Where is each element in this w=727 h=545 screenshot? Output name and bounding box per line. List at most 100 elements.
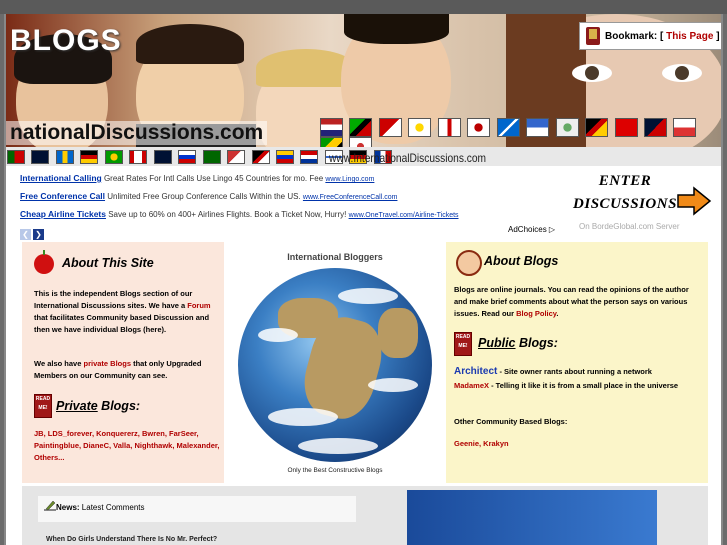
flag-icon <box>349 118 373 137</box>
apple-icon <box>34 250 54 274</box>
ad-text: Save up to 60% on 400+ Airlines Flights.… <box>108 210 347 219</box>
bookmark-label: Bookmark: <box>605 30 658 42</box>
about-site-text: that facilitates Community based Discuss… <box>34 313 210 334</box>
pencil-icon <box>44 500 56 511</box>
public-heading-word: Public <box>478 336 516 350</box>
blogs-heading-word: Blogs: <box>515 336 558 350</box>
banner-hair-2 <box>136 24 244 64</box>
globe-cloud <box>298 438 378 454</box>
about-blogs-body: Blogs are online journals. You can read … <box>454 285 689 318</box>
ad-prev-button[interactable]: ❮ <box>20 229 31 240</box>
ad-title-link[interactable]: Free Conference Call <box>20 191 105 201</box>
flag-icon <box>202 150 221 164</box>
banner-hair-4 <box>344 14 449 44</box>
private-blogs-list[interactable]: JB, LDS_forever, Konquererz, Bwren, FarS… <box>34 428 220 464</box>
site-name: nationalDiscussions.com <box>6 121 268 145</box>
flag-icon <box>55 150 74 164</box>
banner-hair-5 <box>506 14 586 164</box>
madamex-blog-link[interactable]: MadameX <box>454 381 489 390</box>
about-site-paragraph-2: We also have private Blogs that only Upg… <box>34 358 220 382</box>
bottom-ad-banner[interactable] <box>407 490 657 545</box>
flag-icon <box>251 150 270 164</box>
ad-url-link[interactable]: www.Lingo.com <box>325 176 374 183</box>
ad-title-link[interactable]: International Calling <box>20 173 102 183</box>
woman-avatar-icon <box>456 250 482 276</box>
globe-cloud <box>368 378 418 392</box>
public-blog-item: MadameX - Telling it like it is from a s… <box>454 380 704 392</box>
architect-blog-desc: - Site owner rants about running a netwo… <box>497 367 652 376</box>
about-blogs-text: Blogs are online journals. You can read … <box>454 284 704 320</box>
private-blogs-link[interactable]: private Blogs <box>83 359 131 368</box>
read-me-icon: READ ME! <box>454 332 472 356</box>
news-title: Latest Comments <box>81 503 145 512</box>
news-label: News: <box>56 503 80 512</box>
country-flags-row <box>320 118 721 156</box>
blog-policy-link[interactable]: Blog Policy <box>516 309 556 318</box>
flag-icon <box>104 150 123 164</box>
flag-icon <box>673 118 697 137</box>
flag-icon <box>80 150 99 164</box>
about-site-paragraph-1: This is the independent Blogs section of… <box>34 288 220 336</box>
bookmark-bracket-open: [ <box>660 30 664 42</box>
public-blogs-heading: Public Blogs: <box>478 336 558 350</box>
flag-icon <box>496 118 520 137</box>
madamex-blog-desc: - Telling it like it is from a small pla… <box>489 381 679 390</box>
flag-icon <box>275 150 294 164</box>
earth-globe-image <box>238 268 432 462</box>
flag-icon <box>31 150 50 164</box>
about-site-panel: About This Site This is the independent … <box>22 242 224 483</box>
globe-cloud <box>268 408 338 426</box>
ad-item: International Calling Great Rates For In… <box>20 171 560 189</box>
bookmark-icon <box>586 27 600 45</box>
private-blogs-heading: Private Blogs: <box>56 399 140 413</box>
flag-icon <box>467 118 491 137</box>
header-banner: BLOGS nationalDiscussions.com Bookmark: … <box>6 14 721 166</box>
flag-icon <box>7 150 25 164</box>
enter-line-2: DISCUSSIONS <box>573 196 677 212</box>
bookmark-widget[interactable]: Bookmark: [ This Page ] <box>579 22 721 50</box>
ad-next-button[interactable]: ❯ <box>33 229 44 240</box>
ad-text: Unlimited Free Group Conference Calls Wi… <box>107 192 301 201</box>
news-section: News: Latest Comments When Do Girls Unde… <box>22 486 708 545</box>
enter-line-1: ENTER <box>598 173 652 189</box>
about-site-heading: About This Site <box>62 256 154 270</box>
flag-icon <box>643 118 667 137</box>
bloggers-heading: International Bloggers <box>287 252 383 262</box>
ad-title-link[interactable]: Cheap Airline Tickets <box>20 209 106 219</box>
ad-url-link[interactable]: www.OneTravel.com/Airline-Tickets <box>349 212 459 219</box>
international-bloggers-panel: International Bloggers Only the Best Con… <box>226 242 444 483</box>
forum-link[interactable]: Forum <box>187 301 210 310</box>
strip-url: www.InternationalDiscussions.com <box>329 151 487 165</box>
bloggers-caption: Only the Best Constructive Blogs <box>287 467 383 474</box>
flag-icon <box>585 118 609 137</box>
news-item-link[interactable]: When Do Girls Understand There Is No Mr.… <box>46 536 217 543</box>
flag-icon <box>614 118 638 137</box>
flag-icon <box>320 118 343 137</box>
ad-nav: ❮ ❯ <box>20 224 46 242</box>
flag-icon <box>437 118 461 137</box>
arrow-right-icon <box>677 186 712 216</box>
ad-item: Cheap Airline Tickets Save up to 60% on … <box>20 207 560 225</box>
page-frame: BLOGS nationalDiscussions.com Bookmark: … <box>4 14 723 545</box>
read-me-icon: READ ME! <box>34 394 52 418</box>
flag-icon <box>129 150 148 164</box>
flag-icon <box>300 150 319 164</box>
public-blog-item: Architect - Site owner rants about runni… <box>454 366 704 378</box>
sponsored-links: International Calling Great Rates For In… <box>20 171 560 225</box>
top-bar <box>0 0 727 14</box>
ad-url-link[interactable]: www.FreeConferenceCall.com <box>303 194 398 201</box>
flag-icon <box>378 118 402 137</box>
architect-blog-link[interactable]: Architect <box>454 366 497 377</box>
news-heading: News: Latest Comments <box>56 503 145 512</box>
globe-cloud <box>338 288 398 304</box>
about-blogs-period: . <box>556 309 559 318</box>
ad-text: Great Rates For Intl Calls Use Lingo 45 … <box>103 174 324 183</box>
other-blogs-list[interactable]: Geenie, Krakyn <box>454 438 509 450</box>
about-blogs-heading: About Blogs <box>484 254 559 268</box>
adchoices-icon: ▷ <box>548 225 556 234</box>
adchoices-label: AdChoices <box>508 225 547 234</box>
ad-item: Free Conference Call Unlimited Free Grou… <box>20 189 560 207</box>
banner-title: BLOGS <box>10 24 122 57</box>
adchoices-link[interactable]: AdChoices ▷ <box>508 225 555 234</box>
bookmark-this-page-link[interactable]: This Page <box>666 31 713 42</box>
